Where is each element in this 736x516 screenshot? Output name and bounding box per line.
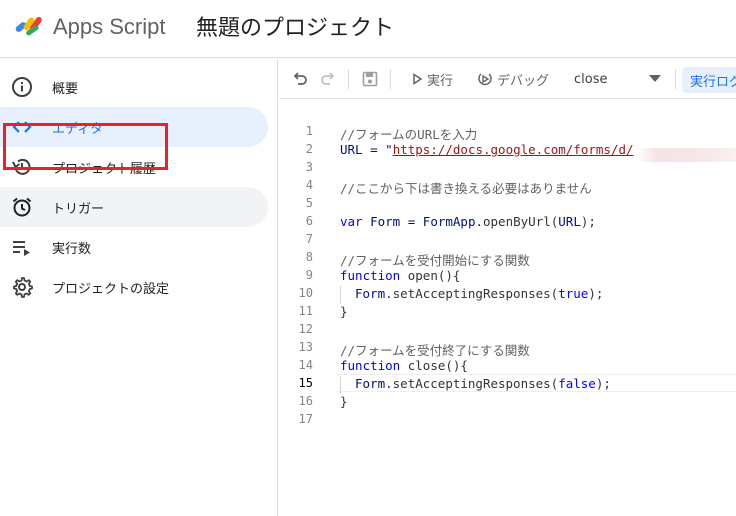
play-icon	[413, 73, 423, 85]
line-number: 9	[305, 268, 313, 282]
code-line-1: //フォームのURLを入力	[340, 127, 478, 142]
redo-icon[interactable]	[319, 59, 337, 99]
code-token: Form =	[362, 214, 423, 229]
toolbar-divider	[390, 69, 391, 89]
triggers-highlight-annotation	[3, 123, 168, 170]
sidebar-item-label: プロジェクトの設定	[52, 281, 170, 297]
code-line-8: //フォームを受付開始にする関数	[340, 253, 530, 268]
redacted-url-blur	[637, 148, 736, 162]
line-number: 17	[298, 412, 313, 426]
debug-icon	[478, 73, 492, 86]
toolbar-divider	[348, 69, 349, 89]
sidebar-item-settings[interactable]: プロジェクトの設定	[0, 267, 268, 307]
run-label: 実行	[427, 73, 454, 89]
indent-guide	[340, 376, 341, 394]
code-token: Form	[355, 286, 386, 301]
apps-script-logo-icon[interactable]	[13, 12, 47, 38]
code-line-4: //ここから下は書き換える必要はありません	[340, 181, 592, 196]
code-line-2: URL = "https://docs.google.com/forms/d/	[340, 142, 634, 157]
code-token: .openByUrl(	[475, 214, 559, 229]
info-icon	[11, 76, 33, 98]
sidebar-item-executions[interactable]: 実行数	[0, 227, 268, 267]
run-button[interactable]: 実行	[411, 59, 453, 99]
sidebar-item-label: 実行数	[52, 241, 92, 257]
line-number: 7	[305, 232, 313, 246]
gear-icon	[11, 276, 33, 298]
line-number: 6	[305, 214, 313, 228]
debug-label: デバッグ	[497, 73, 550, 89]
code-token: .setAcceptingResponses(	[385, 286, 559, 301]
url-string[interactable]: https://docs.google.com/forms/d/	[393, 142, 634, 157]
sidebar-item-label: トリガー	[52, 201, 105, 217]
executions-icon	[11, 236, 33, 258]
toolbar-divider	[675, 69, 676, 89]
line-number: 4	[305, 178, 313, 192]
editor-toolbar: 実行 デバッグ close 実行ログ	[279, 59, 736, 99]
code-token: Form	[355, 376, 386, 391]
sidebar-item-label: 概要	[52, 81, 79, 97]
code-token: close(){	[400, 358, 468, 373]
line-number: 16	[298, 394, 313, 408]
code-token: function	[340, 358, 401, 373]
code-token: function	[340, 268, 401, 283]
code-token: );	[595, 376, 611, 391]
code-token: true	[558, 286, 589, 301]
undo-icon[interactable]	[291, 59, 309, 99]
code-line-15: Form.setAcceptingResponses(false);	[355, 376, 611, 391]
code-line-10: Form.setAcceptingResponses(true);	[355, 286, 603, 301]
function-select-value: close	[574, 72, 608, 87]
app-name: Apps Script	[53, 14, 166, 39]
sidebar-item-overview[interactable]: 概要	[0, 67, 268, 107]
code-token: URL = "	[340, 142, 393, 157]
code-token: );	[580, 214, 596, 229]
debug-button[interactable]: デバッグ	[477, 59, 549, 99]
code-token: false	[558, 376, 596, 391]
code-line-13: //フォームを受付終了にする関数	[340, 343, 530, 358]
chevron-down-icon	[649, 75, 661, 82]
code-line-9: function open(){	[340, 268, 460, 283]
code-line-16: }	[340, 394, 348, 409]
app-header: Apps Script 無題のプロジェクト	[0, 0, 736, 58]
code-token: open(){	[400, 268, 461, 283]
code-line-11: }	[340, 304, 348, 319]
sidebar-item-triggers[interactable]: トリガー	[0, 187, 268, 227]
code-token: FormApp	[422, 214, 476, 229]
code-line-6: var Form = FormApp.openByUrl(URL);	[340, 214, 596, 229]
code-token: var	[340, 214, 363, 229]
code-editor[interactable]: 1 2 3 4 5 6 7 8 9 10 11 12 13 14 15 16 1…	[279, 100, 736, 516]
line-number: 11	[298, 304, 313, 318]
code-token: );	[588, 286, 604, 301]
function-select[interactable]: close	[569, 67, 664, 91]
line-number-current: 15	[298, 376, 313, 390]
alarm-clock-icon	[11, 196, 33, 218]
line-number: 10	[298, 286, 313, 300]
line-number: 14	[298, 358, 313, 372]
line-number: 12	[298, 322, 313, 336]
indent-guide	[340, 286, 341, 304]
line-number: 8	[305, 250, 313, 264]
code-token: .setAcceptingResponses(	[385, 376, 559, 391]
code-token: URL	[558, 214, 581, 229]
save-icon[interactable]	[361, 59, 379, 99]
code-line-14: function close(){	[340, 358, 468, 373]
line-number: 3	[305, 160, 313, 174]
execution-log-button[interactable]: 実行ログ	[682, 67, 736, 93]
line-number: 2	[305, 142, 313, 156]
execution-log-label: 実行ログ	[690, 74, 736, 90]
line-number: 5	[305, 196, 313, 210]
project-title[interactable]: 無題のプロジェクト	[196, 10, 394, 42]
line-number: 13	[298, 340, 313, 354]
line-number: 1	[305, 124, 313, 138]
